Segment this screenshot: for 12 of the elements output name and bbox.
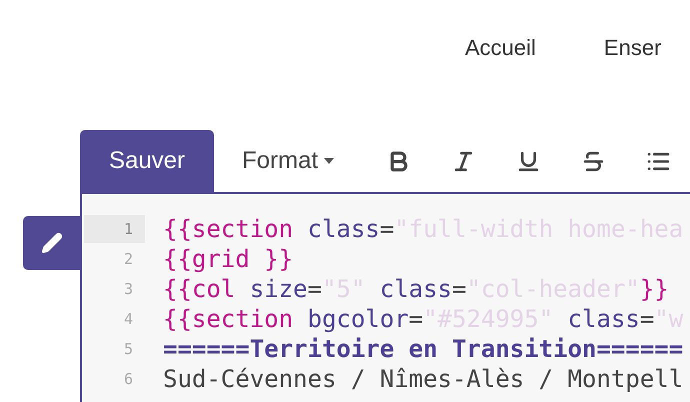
caret-icon bbox=[324, 158, 334, 164]
code-line: {{grid }} bbox=[163, 245, 294, 273]
save-button[interactable]: Sauver bbox=[80, 130, 214, 192]
code-line: ======Territoire en Transition====== bbox=[163, 335, 684, 363]
code-editor[interactable] bbox=[80, 192, 690, 402]
nav-link[interactable]: Enser bbox=[604, 30, 662, 64]
line-number: 1 bbox=[84, 215, 145, 243]
format-dropdown[interactable]: Format bbox=[242, 143, 334, 179]
code-line: Sud-Cévennes / Nîmes-Alès / Montpell bbox=[163, 365, 684, 393]
nav-link[interactable]: Accueil bbox=[465, 30, 536, 64]
edit-button[interactable] bbox=[23, 216, 80, 270]
pencil-icon bbox=[40, 232, 62, 254]
